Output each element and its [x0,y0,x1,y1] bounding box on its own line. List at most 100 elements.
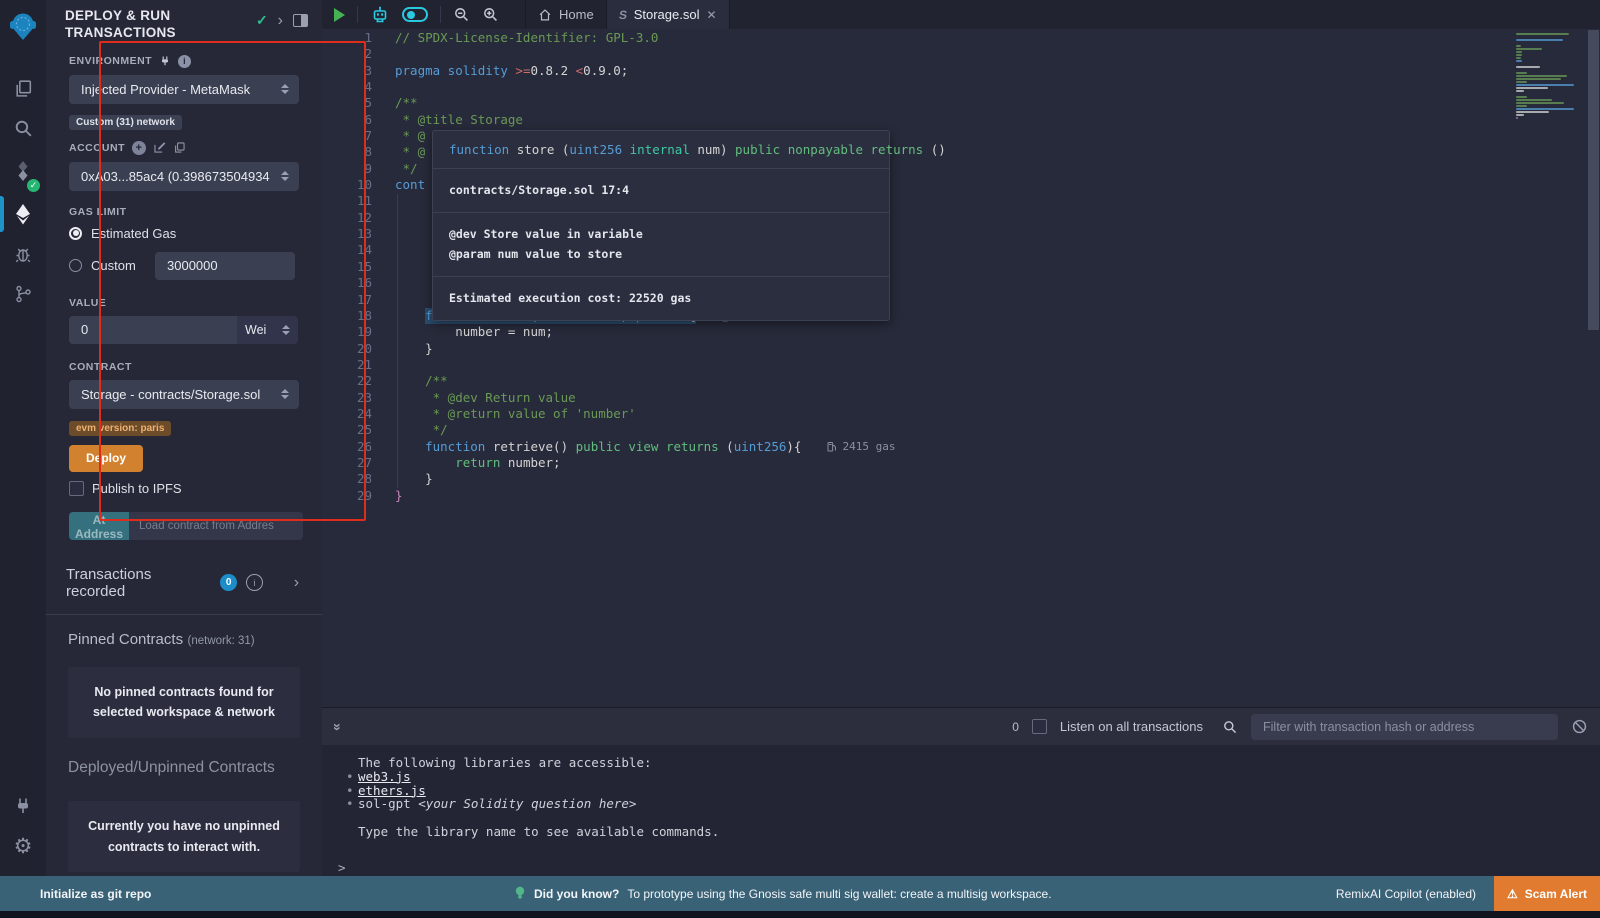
line-number: 11 [322,193,372,209]
minimap-stripe [1516,72,1527,74]
collapse-panel-icon[interactable]: › [278,13,283,29]
line-number: 25 [322,422,372,438]
terminal-line: The following libraries are accessible: [322,756,1600,770]
hover-tooltip: function store (uint256 internal num) pu… [432,130,890,321]
tab-home[interactable]: Home [525,0,607,29]
deploy-run-icon[interactable] [0,194,46,234]
line-number: 19 [322,324,372,340]
at-address-button[interactable]: At Address [69,512,129,540]
code-line: 6 * @title Storage [322,112,1600,128]
minimap-stripe [1516,111,1549,113]
activity-bar: ✓ ⚙ [0,0,46,876]
account-select[interactable]: 0xA03...85ac4 (0.398673504934 [69,162,299,191]
debugger-icon[interactable] [0,234,46,274]
publish-ipfs-label: Publish to IPFS [92,481,182,496]
estimated-gas-radio[interactable] [69,227,82,240]
custom-gas-input[interactable] [155,252,295,280]
pinned-contracts-title: Pinned Contracts [68,631,183,648]
warning-icon: ⚠ [1507,887,1518,901]
environment-label: ENVIRONMENT [69,55,152,67]
terminal-search-icon[interactable] [1222,719,1238,735]
chevron-updown-icon [281,84,289,94]
run-script-icon[interactable] [334,8,345,22]
solidity-compiler-icon[interactable]: ✓ [0,148,46,194]
minimap-stripe [1516,81,1527,83]
terminal-prompt[interactable]: > [322,861,1600,875]
plugin-manager-icon[interactable] [0,786,46,826]
line-number: 14 [322,242,372,258]
edit-account-icon[interactable] [153,141,166,154]
pinned-empty-message: No pinned contracts found for selected w… [68,667,300,738]
minimap-stripe [1516,60,1522,62]
file-explorer-icon[interactable] [0,68,46,108]
copy-account-icon[interactable] [173,141,186,154]
terminal-library-link[interactable]: ethers.js [358,783,426,798]
minimap-stripe [1516,45,1521,47]
value-unit-select[interactable]: Wei [237,316,298,344]
settings-gear-icon[interactable]: ⚙ [0,826,46,866]
environment-info-icon[interactable]: i [178,55,191,68]
minimap[interactable] [1516,33,1576,120]
clear-console-icon[interactable] [1571,718,1588,735]
terminal-library-link[interactable]: web3.js [358,769,411,784]
line-number: 15 [322,259,372,275]
environment-select[interactable]: Injected Provider - MetaMask [69,75,299,104]
remix-logo-icon[interactable] [0,0,46,52]
minimap-stripe [1516,96,1527,98]
copilot-status[interactable]: RemixAI Copilot (enabled) [1336,887,1476,901]
at-address-input[interactable] [129,512,303,540]
value-input[interactable] [69,316,237,344]
remixai-robot-icon[interactable] [370,5,390,25]
minimap-stripe [1516,66,1540,68]
copilot-toggle[interactable] [402,7,428,22]
minimap-stripe [1516,84,1574,86]
close-tab-icon[interactable]: ✕ [706,8,716,22]
minimap-stripe [1516,48,1542,50]
transactions-info-icon[interactable]: i [246,574,263,591]
code-line: 28 } [322,471,1600,487]
add-account-icon[interactable]: + [132,141,146,155]
git-init-button[interactable]: Initialize as git repo [40,887,151,901]
transactions-expand-icon[interactable]: › [294,575,299,591]
zoom-out-icon[interactable] [453,6,470,23]
terminal-output[interactable]: The following libraries are accessible:•… [322,745,1600,887]
code-editor[interactable]: 1// SPDX-License-Identifier: GPL-3.023pr… [322,29,1600,707]
listen-all-checkbox[interactable] [1032,719,1047,734]
minimap-stripe [1516,87,1548,89]
minimap-stripe [1516,99,1552,101]
account-label: ACCOUNT [69,142,125,154]
search-icon[interactable] [0,108,46,148]
deploy-run-panel: DEPLOY & RUN TRANSACTIONS ✓ › ENVIRONMEN… [46,0,323,876]
gas-annotation: 2415 gas [827,439,895,455]
code-line: 2 [322,46,1600,62]
pin-panel-icon[interactable] [293,14,308,27]
git-icon[interactable] [0,274,46,314]
panel-title: DEPLOY & RUN TRANSACTIONS [65,8,215,42]
terminal-header: » 0 Listen on all transactions [322,707,1600,745]
tab-storage-sol[interactable]: S Storage.sol ✕ [607,0,730,29]
editor-scrollbar[interactable] [1588,30,1599,330]
line-number: 17 [322,292,372,308]
scam-alert-button[interactable]: ⚠ Scam Alert [1494,876,1600,911]
code-line: 26 function retrieve() public view retur… [322,439,1600,455]
line-number: 10 [322,177,372,193]
transaction-filter-input[interactable] [1251,714,1558,740]
did-you-know-label: Did you know? [534,887,619,901]
line-number: 4 [322,79,372,95]
minimap-stripe [1516,78,1561,80]
plug-icon [159,55,171,67]
code-line: 23 * @dev Return value [322,390,1600,406]
zoom-in-icon[interactable] [482,6,499,23]
deploy-button[interactable]: Deploy [69,445,143,472]
publish-ipfs-checkbox[interactable] [69,481,84,496]
custom-gas-label: Custom [91,258,146,273]
minimap-stripe [1516,105,1527,107]
code-line: 3pragma solidity >=0.8.2 <0.9.0; [322,63,1600,79]
main-area: Home S Storage.sol ✕ 1// SPDX-License-Id… [322,0,1600,876]
contract-select[interactable]: Storage - contracts/Storage.sol [69,380,299,409]
custom-gas-radio[interactable] [69,259,82,272]
minimap-stripe [1516,33,1569,35]
line-number: 23 [322,390,372,406]
tooltip-signature: function store (uint256 internal num) pu… [433,131,889,168]
collapse-terminal-icon[interactable]: » [330,723,346,731]
